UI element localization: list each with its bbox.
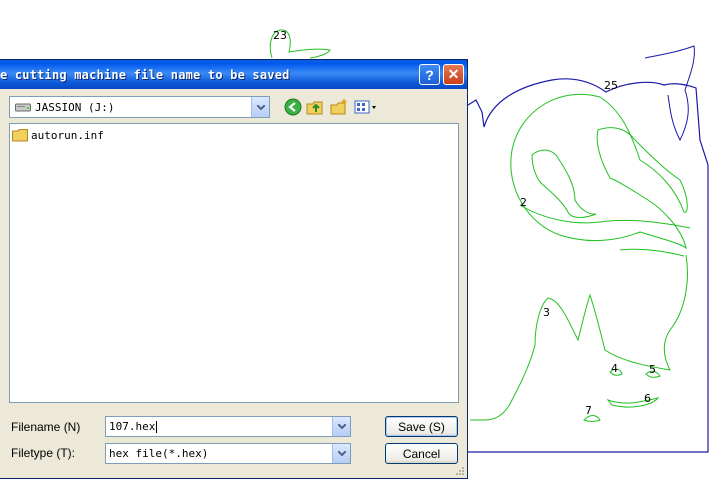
shape-label-6: 6 — [644, 392, 651, 405]
design-tree-top — [644, 45, 695, 142]
close-button[interactable]: ✕ — [443, 64, 464, 85]
shape-label-5: 5 — [649, 363, 656, 376]
filename-label: Filename (N) — [11, 420, 81, 434]
chevron-down-icon — [337, 451, 346, 456]
chevron-down-icon — [337, 424, 346, 429]
view-menu-icon[interactable] — [354, 98, 378, 116]
resize-grip-icon[interactable] — [455, 466, 465, 476]
design-bird — [531, 149, 597, 218]
file-name: autorun.inf — [31, 128, 104, 142]
chevron-down-icon — [256, 104, 265, 110]
shape-label-4: 4 — [611, 362, 618, 375]
location-toolbar: JASSION (J:) — [0, 94, 467, 120]
save-file-dialog: e cutting machine file name to be saved … — [0, 59, 468, 479]
design-shape-3 — [470, 254, 688, 421]
file-list[interactable]: autorun.inf — [9, 123, 459, 403]
list-item[interactable]: autorun.inf — [12, 128, 104, 142]
dialog-titlebar[interactable]: e cutting machine file name to be saved … — [0, 60, 467, 89]
save-button[interactable]: Save (S) — [385, 416, 458, 437]
cancel-button[interactable]: Cancel — [385, 443, 458, 464]
filename-input[interactable]: 107.hex — [105, 416, 351, 437]
filename-dropdown-arrow[interactable] — [332, 417, 350, 436]
help-button[interactable]: ? — [419, 64, 440, 85]
folder-icon — [12, 129, 28, 142]
drive-label: JASSION (J:) — [35, 100, 115, 114]
dialog-title: e cutting machine file name to be saved — [0, 67, 290, 82]
filetype-value: hex file(*.hex) — [109, 447, 209, 460]
design-shape-2 — [510, 93, 688, 250]
shape-label-25: 25 — [604, 79, 618, 92]
shape-label-23: 23 — [273, 29, 287, 42]
up-folder-icon[interactable] — [306, 98, 324, 116]
shape-label-7: 7 — [585, 404, 592, 417]
shape-label-2: 2 — [520, 196, 527, 209]
back-icon[interactable] — [284, 98, 302, 116]
design-outline — [467, 78, 709, 453]
filename-value: 107.hex — [109, 420, 156, 433]
text-caret — [156, 420, 158, 433]
design-hole — [619, 248, 685, 257]
filetype-select[interactable]: hex file(*.hex) — [105, 443, 351, 464]
filetype-label: Filetype (T): — [11, 446, 76, 460]
filetype-dropdown-arrow[interactable] — [332, 444, 350, 463]
new-folder-icon[interactable] — [330, 98, 348, 116]
save-in-dropdown-arrow[interactable] — [251, 97, 269, 117]
save-in-dropdown[interactable]: JASSION (J:) — [9, 96, 270, 118]
shape-label-3: 3 — [543, 306, 550, 319]
design-branch — [519, 204, 691, 229]
drive-icon — [15, 103, 31, 112]
